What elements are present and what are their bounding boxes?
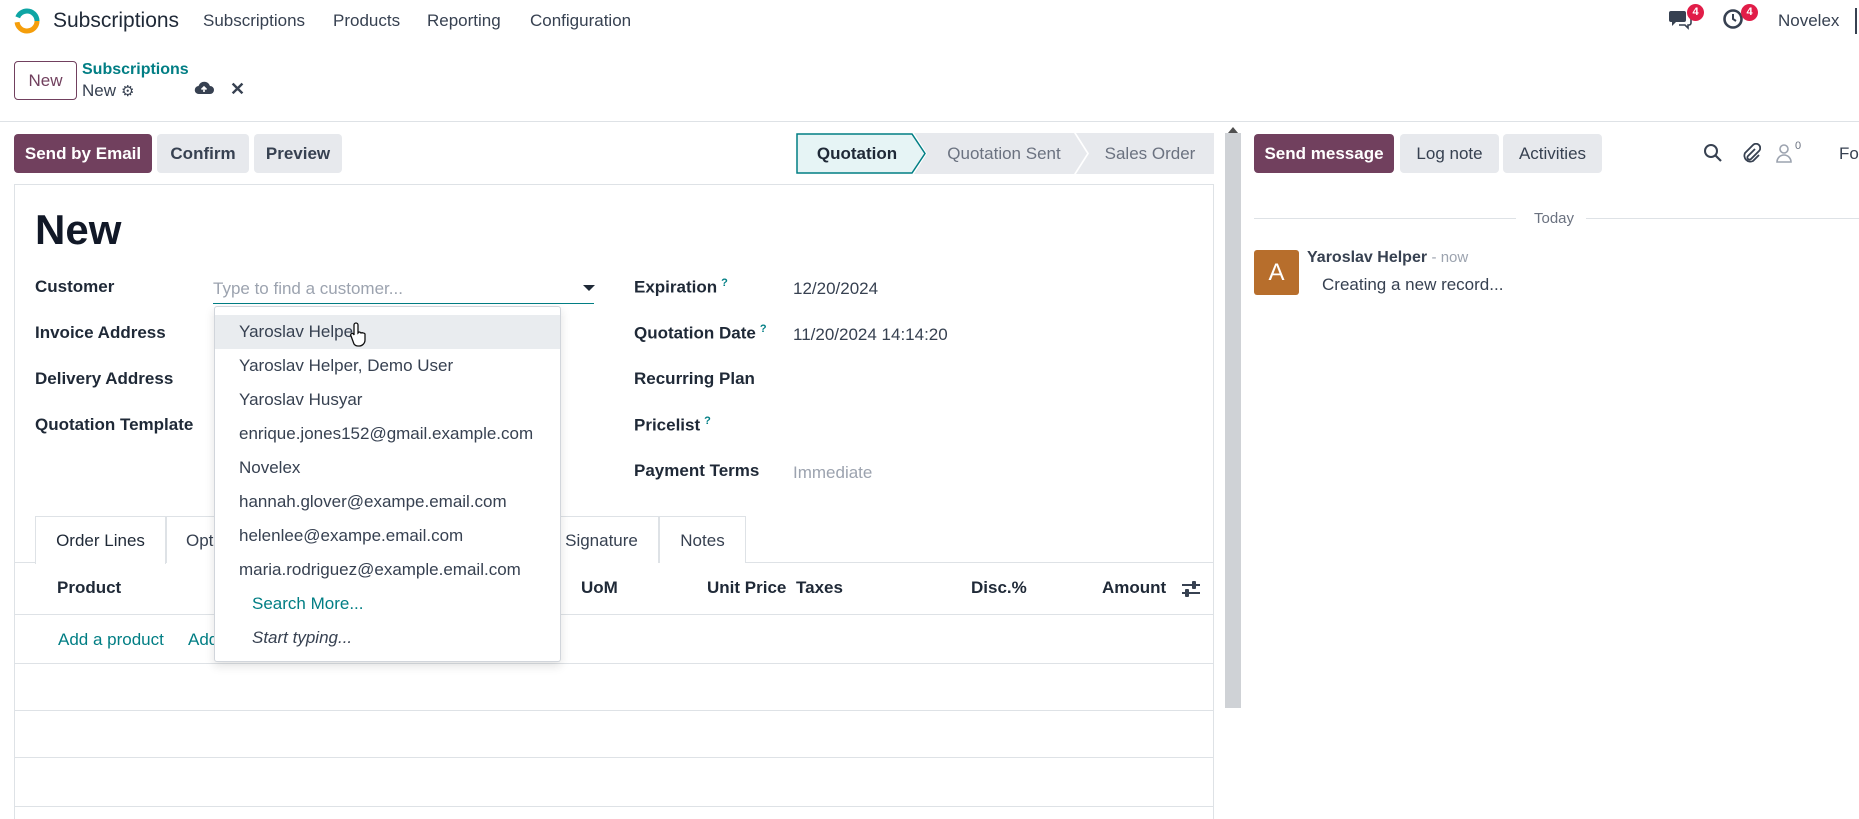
menu-subscriptions[interactable]: Subscriptions xyxy=(203,11,305,31)
column-discount[interactable]: Disc.% xyxy=(971,578,1027,598)
chevron-down-icon[interactable] xyxy=(583,285,595,291)
messages-button[interactable]: 4 xyxy=(1668,4,1704,32)
avatar[interactable]: A xyxy=(1254,250,1299,295)
menu-configuration[interactable]: Configuration xyxy=(530,11,631,31)
message-time: - now xyxy=(1431,249,1469,266)
column-amount[interactable]: Amount xyxy=(1102,578,1166,598)
table-row xyxy=(14,806,1214,807)
help-icon[interactable]: ? xyxy=(760,323,767,335)
dropdown-option[interactable]: Yaroslav Helper, Demo User xyxy=(215,349,560,383)
start-typing-hint: Start typing... xyxy=(252,628,353,647)
status-bar: Quotation Quotation Sent Sales Order xyxy=(796,133,1214,174)
status-sales-order[interactable]: Sales Order xyxy=(1086,133,1214,174)
dropdown-option[interactable]: enrique.jones152@gmail.example.com xyxy=(215,417,560,451)
followers-count: 0 xyxy=(1795,140,1802,152)
add-product-link[interactable]: Add a product xyxy=(58,630,164,650)
dropdown-option[interactable]: Yaroslav Husyar xyxy=(215,383,560,417)
search-icon[interactable] xyxy=(1703,143,1723,163)
paperclip-icon[interactable] xyxy=(1741,143,1761,163)
message-author: Yaroslav Helper - now xyxy=(1307,249,1469,266)
table-row xyxy=(14,710,1214,711)
scrollbar-thumb[interactable] xyxy=(1225,133,1241,708)
dropdown-option[interactable]: Novelex xyxy=(215,451,560,485)
dropdown-option[interactable]: Yaroslav Helper xyxy=(215,315,560,349)
date-separator-line xyxy=(1254,218,1516,219)
cloud-upload-icon[interactable] xyxy=(194,80,214,96)
tab-signature[interactable]: Signature xyxy=(545,516,659,563)
recurring-plan-label: Recurring Plan xyxy=(634,369,755,388)
help-icon[interactable]: ? xyxy=(721,277,728,289)
customer-label: Customer xyxy=(35,277,115,296)
activities-button-chatter[interactable]: Activities xyxy=(1503,134,1602,173)
breadcrumb-current: New xyxy=(82,81,117,100)
follow-button[interactable]: Fo xyxy=(1839,144,1859,164)
invoice-address-label: Invoice Address xyxy=(35,323,166,342)
status-quotation-sent[interactable]: Quotation Sent xyxy=(924,133,1084,174)
dropdown-option[interactable]: maria.rodriguez@example.email.com xyxy=(215,553,560,587)
quotation-date-label: Quotation Date? xyxy=(634,323,767,343)
dropdown-option[interactable]: helenlee@exampe.email.com xyxy=(215,519,560,553)
pricelist-label: Pricelist? xyxy=(634,415,711,435)
breadcrumb-subscriptions[interactable]: Subscriptions xyxy=(82,61,189,79)
customer-input[interactable]: Type to find a customer... xyxy=(213,277,594,304)
expiration-label: Expiration? xyxy=(634,277,728,297)
customer-autocomplete-dropdown: Yaroslav Helper Yaroslav Helper, Demo Us… xyxy=(214,306,561,662)
mouse-pointer-icon xyxy=(350,322,366,347)
table-row-divider xyxy=(14,614,1214,615)
column-unit-price[interactable]: Unit Price xyxy=(707,578,786,598)
column-taxes[interactable]: Taxes xyxy=(796,578,843,598)
menu-reporting[interactable]: Reporting xyxy=(427,11,501,31)
messages-badge: 4 xyxy=(1687,4,1704,21)
payment-terms-value[interactable]: Immediate xyxy=(793,463,872,483)
divider xyxy=(0,121,1859,122)
expiration-value[interactable]: 12/20/2024 xyxy=(793,279,878,299)
status-quotation[interactable]: Quotation xyxy=(796,133,918,174)
menu-products[interactable]: Products xyxy=(333,11,400,31)
activities-button[interactable]: 4 xyxy=(1722,4,1758,32)
payment-terms-label: Payment Terms xyxy=(634,461,760,480)
follower-icon[interactable] xyxy=(1775,143,1793,163)
dropdown-option[interactable]: hannah.glover@exampe.email.com xyxy=(215,485,560,519)
company-switcher[interactable]: Novelex xyxy=(1778,11,1839,31)
date-separator: Today xyxy=(1534,210,1575,227)
column-product[interactable]: Product xyxy=(57,578,121,598)
column-uom[interactable]: UoM xyxy=(581,578,618,598)
tab-notes[interactable]: Notes xyxy=(659,516,746,563)
search-more-option[interactable]: Search More... xyxy=(215,587,560,621)
send-message-button[interactable]: Send message xyxy=(1254,134,1394,173)
date-separator-line xyxy=(1586,218,1859,219)
gear-icon[interactable]: ⚙ xyxy=(121,82,134,100)
confirm-button[interactable]: Confirm xyxy=(157,134,249,173)
activities-badge: 4 xyxy=(1741,4,1758,21)
navbar-edge xyxy=(1855,8,1857,34)
delivery-address-label: Delivery Address xyxy=(35,369,174,388)
table-row xyxy=(14,663,1214,664)
help-icon[interactable]: ? xyxy=(704,415,711,427)
quotation-date-value[interactable]: 11/20/2024 14:14:20 xyxy=(793,325,948,345)
app-logo-icon[interactable] xyxy=(12,6,42,36)
new-button[interactable]: New xyxy=(14,61,77,100)
table-row xyxy=(14,757,1214,758)
quotation-template-label: Quotation Template xyxy=(35,415,194,434)
message-body: Creating a new record... xyxy=(1322,275,1504,294)
tab-order-lines[interactable]: Order Lines xyxy=(35,516,166,564)
record-title: New xyxy=(35,206,122,253)
optional-columns-icon[interactable] xyxy=(1181,580,1201,598)
top-navbar: Subscriptions Subscriptions Products Rep… xyxy=(0,0,1859,42)
send-by-email-button[interactable]: Send by Email xyxy=(14,134,152,173)
app-name[interactable]: Subscriptions xyxy=(53,9,179,33)
form-sheet xyxy=(14,184,1214,819)
log-note-button[interactable]: Log note xyxy=(1400,134,1499,173)
discard-icon[interactable]: ✕ xyxy=(230,79,245,100)
preview-button[interactable]: Preview xyxy=(254,134,342,173)
